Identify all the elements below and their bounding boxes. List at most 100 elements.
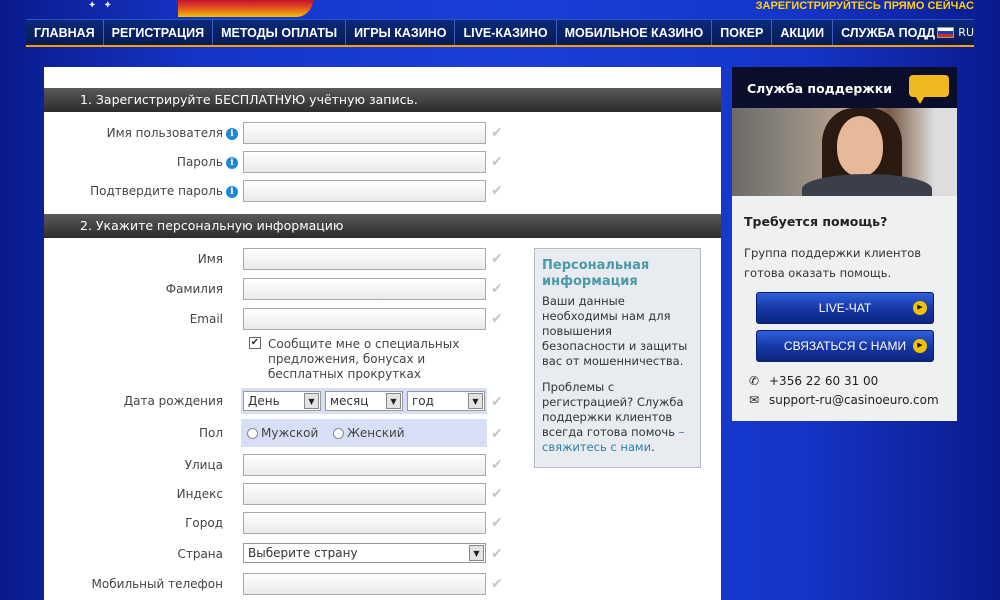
checkmark-icon: ✔ [491, 515, 503, 531]
chat-bubble-icon [909, 75, 949, 104]
radio-button[interactable] [247, 427, 258, 439]
checkmark-icon: ✔ [491, 457, 503, 473]
envelope-icon: ✉ [748, 393, 760, 407]
phone-number[interactable]: +356 22 60 31 00 [769, 374, 878, 388]
gender-male-option[interactable]: Мужской [247, 426, 318, 440]
newsletter-checkbox[interactable]: ✔ [249, 337, 261, 349]
language-selector[interactable]: RU [937, 26, 974, 39]
photo-face [837, 116, 883, 176]
dob-day-select[interactable]: День ▼ [243, 391, 321, 411]
city-input[interactable] [243, 512, 486, 534]
password-input[interactable] [243, 151, 486, 173]
registration-form: 1. Зарегистрируйте БЕСПЛАТНУЮ учётную за… [44, 67, 721, 600]
live-chat-label: LIVE-ЧАТ [818, 301, 872, 315]
zip-row: Индекс ✔ [44, 483, 721, 507]
register-now-link[interactable]: ЗАРЕГИСТРИРУЙТЕСЬ ПРЯМО СЕЙЧАС [756, 0, 974, 12]
help-text: Группа поддержки клиентов готова оказать… [744, 246, 922, 280]
support-header: Служба поддержки [732, 67, 957, 108]
nav-item-live-casino[interactable]: LIVE-КАЗИНО [455, 20, 557, 45]
dropdown-arrow-icon: ▼ [304, 393, 319, 409]
support-agent-photo [732, 108, 957, 196]
dob-year-select[interactable]: год ▼ [407, 391, 485, 411]
dob-year-value: год [412, 394, 434, 408]
dob-label: Дата рождения [123, 394, 223, 408]
support-panel: Служба поддержки Требуется помощь? Групп… [732, 67, 957, 421]
password-label: Пароль [176, 155, 223, 169]
checkmark-icon: ✔ [491, 154, 503, 170]
live-chat-button[interactable]: LIVE-ЧАТ ▶ [756, 292, 934, 324]
nav-item-support[interactable]: СЛУЖБА ПОДДЕРЖКИ [833, 20, 935, 45]
brand-banner [178, 0, 313, 17]
country-select[interactable]: Выберите страну ▼ [243, 543, 486, 563]
top-bar: ✦ ✦ ЗАРЕГИСТРИРУЙТЕСЬ ПРЯМО СЕЙЧАС [0, 0, 1000, 18]
checkmark-icon: ✔ [491, 486, 503, 502]
support-title: Служба поддержки [747, 81, 892, 96]
phone-line: ✆ +356 22 60 31 00 [747, 374, 878, 388]
dob-day-value: День [248, 394, 280, 408]
gender-label: Пол [198, 426, 223, 440]
section-1-header: 1. Зарегистрируйте БЕСПЛАТНУЮ учётную за… [44, 88, 721, 112]
info-box-period: . [651, 440, 655, 454]
checkmark-icon: ✔ [491, 125, 503, 141]
nav-item-poker[interactable]: ПОКЕР [712, 20, 773, 45]
username-input[interactable] [243, 122, 486, 144]
checkmark-icon: ✔ [491, 183, 503, 199]
dob-month-select[interactable]: месяц ▼ [325, 391, 403, 411]
newsletter-row: ✔ Сообщите мне о специальных предложения… [249, 337, 479, 382]
confirm-password-input[interactable] [243, 180, 486, 202]
logo[interactable]: ✦ ✦ [88, 0, 114, 11]
first-name-input[interactable] [243, 248, 486, 270]
help-title: Требуется помощь? [744, 214, 888, 229]
checkmark-icon: ✔ [491, 281, 503, 297]
dob-month-value: месяц [330, 394, 369, 408]
nav-item-payment-methods[interactable]: МЕТОДЫ ОПЛАТЫ [213, 20, 347, 45]
mobile-row: Мобильный телефон ✔ [44, 573, 721, 597]
nav-item-mobile-casino[interactable]: МОБИЛЬНОЕ КАЗИНО [557, 20, 713, 45]
info-box-text: Ваши данные необходимы нам для повышения… [542, 294, 688, 368]
dropdown-arrow-icon: ▼ [468, 393, 483, 409]
last-name-label: Фамилия [165, 282, 223, 296]
city-row: Город ✔ [44, 512, 721, 536]
support-email[interactable]: support-ru@casinoeuro.com [769, 393, 939, 407]
username-row: Имя пользователя i ✔ [44, 122, 721, 146]
checkmark-icon: ✔ [491, 251, 503, 267]
gender-male-label: Мужской [261, 426, 319, 440]
info-box-title: Персональная информация [542, 258, 650, 289]
mobile-label: Мобильный телефон [91, 577, 223, 591]
info-icon[interactable]: i [226, 157, 238, 169]
play-icon: ▶ [913, 301, 927, 315]
street-input[interactable] [243, 454, 486, 476]
checkmark-icon: ✔ [491, 576, 503, 592]
info-box-help-text: Проблемы с регистрацией? Служба поддержк… [542, 380, 684, 439]
info-box-help: Проблемы с регистрацией? Служба поддержк… [542, 380, 693, 455]
info-icon[interactable]: i [226, 128, 238, 140]
russia-flag-icon [937, 27, 955, 38]
gender-female-option[interactable]: Женский [333, 426, 405, 440]
confirm-password-label: Подтвердите пароль [90, 184, 223, 198]
radio-button[interactable] [333, 427, 344, 439]
mobile-input[interactable] [243, 573, 486, 595]
nav-item-promotions[interactable]: АКЦИИ [772, 20, 834, 45]
email-line: ✉ support-ru@casinoeuro.com [747, 393, 939, 407]
contact-us-label: СВЯЗАТЬСЯ С НАМИ [783, 339, 907, 353]
personal-info-box: Персональная информация Ваши данные необ… [534, 248, 701, 468]
zip-input[interactable] [243, 483, 486, 505]
street-label: Улица [184, 458, 223, 472]
language-code: RU [958, 26, 974, 39]
zip-label: Индекс [176, 487, 223, 501]
checkmark-icon: ✔ [491, 546, 503, 562]
info-icon[interactable]: i [226, 186, 238, 198]
checkmark-icon: ✔ [491, 394, 503, 410]
last-name-input[interactable] [243, 278, 486, 300]
gender-female-label: Женский [347, 426, 405, 440]
first-name-label: Имя [197, 252, 223, 266]
city-label: Город [185, 516, 223, 530]
dropdown-arrow-icon: ▼ [386, 393, 401, 409]
nav-item-home[interactable]: ГЛАВНАЯ [26, 20, 104, 45]
email-input[interactable] [243, 308, 486, 330]
password-row: Пароль i ✔ [44, 151, 721, 175]
country-row: Страна Выберите страну ▼ ✔ [44, 543, 721, 567]
nav-item-registration[interactable]: РЕГИСТРАЦИЯ [104, 20, 214, 45]
contact-us-button[interactable]: СВЯЗАТЬСЯ С НАМИ ▶ [756, 330, 934, 362]
nav-item-casino-games[interactable]: ИГРЫ КАЗИНО [346, 20, 456, 45]
